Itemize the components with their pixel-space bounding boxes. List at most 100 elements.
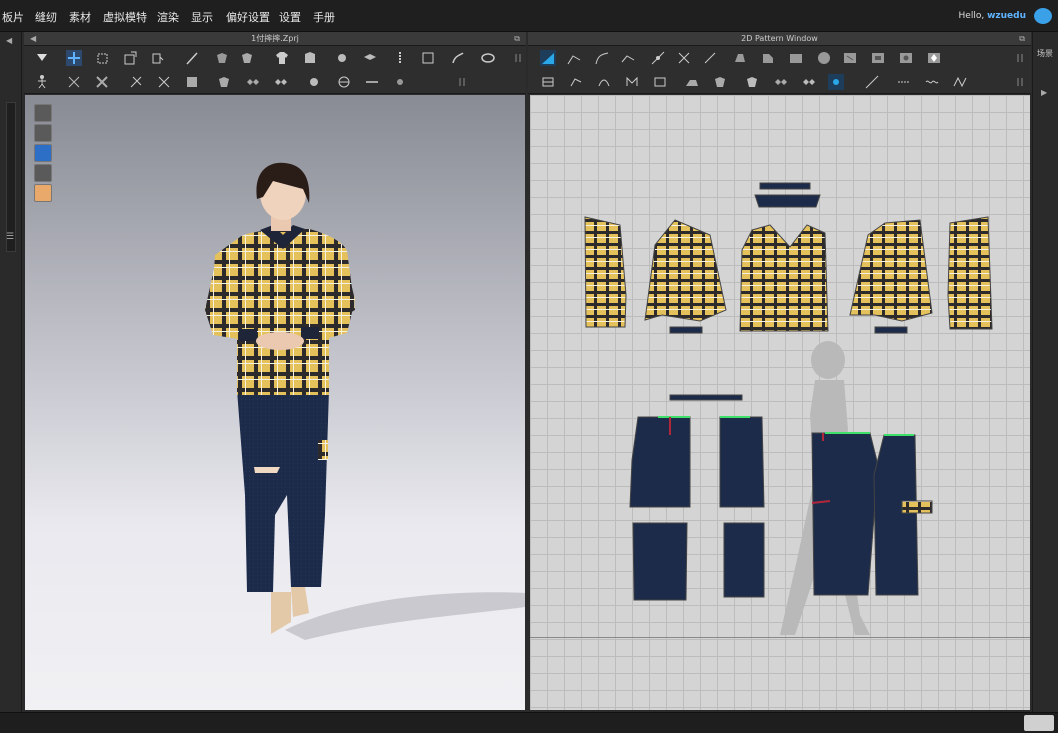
menu-render[interactable]: 渲染 (157, 9, 179, 25)
internal-rect-icon[interactable] (870, 50, 886, 66)
pattern-trim-icon[interactable] (800, 74, 816, 90)
fabric-icon[interactable] (156, 74, 172, 90)
arrange-icon[interactable] (239, 50, 255, 66)
more-tools-icon[interactable] (454, 74, 470, 90)
right-cuff-piece[interactable] (874, 326, 908, 334)
measure-icon[interactable] (450, 50, 466, 66)
pants-back-left-lower[interactable] (723, 522, 765, 598)
polygon-icon[interactable] (732, 50, 748, 66)
button-tool-icon[interactable] (306, 74, 322, 90)
shirt-icon[interactable] (274, 50, 290, 66)
menu-materials[interactable]: 素材 (69, 9, 91, 25)
pants-front-left-upper[interactable] (629, 416, 691, 508)
texture-icon[interactable] (184, 74, 200, 90)
sewing-lines[interactable] (658, 416, 914, 436)
menu-preferences[interactable]: 偏好设置 (226, 9, 270, 25)
transform-icon[interactable] (122, 50, 138, 66)
list-icon[interactable]: ☰ (6, 232, 14, 242)
add-point-icon[interactable] (650, 50, 666, 66)
pants-back-right[interactable] (873, 434, 919, 596)
graphic-icon[interactable] (244, 74, 260, 90)
topstitch-icon[interactable] (216, 74, 232, 90)
waistband-piece[interactable] (669, 394, 743, 401)
sidebar-scroll[interactable] (6, 102, 16, 252)
pants-front-left-lower[interactable] (632, 522, 688, 601)
keyboard-icon[interactable] (1024, 715, 1054, 731)
pin-icon[interactable] (184, 50, 200, 66)
internal-line-icon[interactable] (702, 50, 718, 66)
more-tools-icon[interactable] (1012, 50, 1028, 66)
menu-display[interactable]: 显示 (191, 9, 213, 25)
internal-polygon-icon[interactable] (842, 50, 858, 66)
edit-curvature-icon[interactable] (594, 50, 610, 66)
2d-pattern-viewport[interactable] (530, 95, 1030, 710)
menu-manual[interactable]: 手册 (313, 9, 335, 25)
tape-icon[interactable] (480, 50, 496, 66)
button-icon[interactable] (420, 50, 436, 66)
check-sewing-icon[interactable] (652, 74, 668, 90)
more-tools-icon[interactable] (1012, 74, 1028, 90)
pocket-tab-piece[interactable] (901, 500, 933, 514)
layer-icon[interactable] (362, 50, 378, 66)
stress-map-icon[interactable] (128, 74, 144, 90)
left-sleeve-piece[interactable] (584, 216, 627, 328)
collar-piece[interactable] (754, 194, 821, 208)
tack-icon[interactable] (334, 50, 350, 66)
edit-point-icon[interactable] (566, 50, 582, 66)
menu-pattern[interactable]: 板片 (2, 9, 24, 25)
trim-2d-icon[interactable] (772, 74, 788, 90)
collapse-arrow-icon[interactable]: ◀ (6, 36, 12, 45)
curve-point-icon[interactable] (620, 50, 636, 66)
puckering-icon[interactable] (392, 74, 408, 90)
dart-icon[interactable] (926, 50, 942, 66)
collar-band-piece[interactable] (759, 182, 811, 190)
rectangle-icon[interactable] (760, 50, 776, 66)
3d-viewport[interactable] (25, 95, 525, 710)
wave-line-icon[interactable] (924, 74, 940, 90)
circle-icon[interactable] (816, 50, 832, 66)
edit-texture-icon[interactable] (684, 74, 700, 90)
zipper-icon[interactable] (392, 50, 408, 66)
rect-pattern-icon[interactable] (788, 50, 804, 66)
float-window-icon[interactable]: ⧉ (514, 32, 520, 46)
shirt-fold-icon[interactable] (302, 50, 318, 66)
menu-avatar[interactable]: 虚拟模特 (103, 9, 147, 25)
elastic-icon[interactable] (952, 74, 968, 90)
front-piece[interactable] (739, 224, 829, 332)
graphic-2d-icon[interactable] (744, 74, 760, 90)
scene-label[interactable]: 场景 (1037, 48, 1053, 59)
segment-sewing-icon[interactable] (568, 74, 584, 90)
pants-front-right[interactable] (811, 432, 879, 596)
line-tool-icon[interactable] (364, 74, 380, 90)
menu-settings[interactable]: 设置 (279, 9, 301, 25)
right-sleeve-piece[interactable] (947, 216, 993, 330)
select-mesh-icon[interactable] (66, 50, 82, 66)
m-n-sewing-icon[interactable] (624, 74, 640, 90)
line-2d-icon[interactable] (864, 74, 880, 90)
avatar-pose-icon[interactable] (34, 74, 50, 90)
panel-arrow-icon[interactable]: ▶ (1041, 88, 1047, 97)
username[interactable]: wzuedu (987, 11, 1026, 21)
transform-pattern-icon[interactable] (540, 50, 556, 66)
menu-sewing[interactable]: 缝纫 (35, 9, 57, 25)
select-move-icon[interactable] (34, 50, 50, 66)
garment-fit-icon[interactable] (214, 50, 230, 66)
cut-sew-icon[interactable] (676, 50, 692, 66)
trim-icon[interactable] (272, 74, 288, 90)
pin-2d-icon[interactable] (828, 74, 844, 90)
fold-icon[interactable] (150, 50, 166, 66)
strain-map-icon[interactable] (94, 74, 110, 90)
back-piece-right[interactable] (849, 219, 933, 322)
edit-sewing-icon[interactable] (540, 74, 556, 90)
pants-back-left-upper[interactable] (719, 416, 765, 508)
stitch-line-icon[interactable] (896, 74, 912, 90)
more-tools-icon[interactable] (510, 50, 526, 66)
cloud-icon[interactable] (1034, 8, 1052, 24)
internal-circle-icon[interactable] (898, 50, 914, 66)
rect-select-icon[interactable] (94, 50, 110, 66)
float-window-icon[interactable]: ⧉ (1019, 32, 1025, 46)
buttonhole-icon[interactable] (336, 74, 352, 90)
collapse-arrow-icon[interactable]: ◀ (30, 32, 36, 46)
back-piece-left[interactable] (644, 219, 727, 322)
arrangement-point-icon[interactable] (66, 74, 82, 90)
